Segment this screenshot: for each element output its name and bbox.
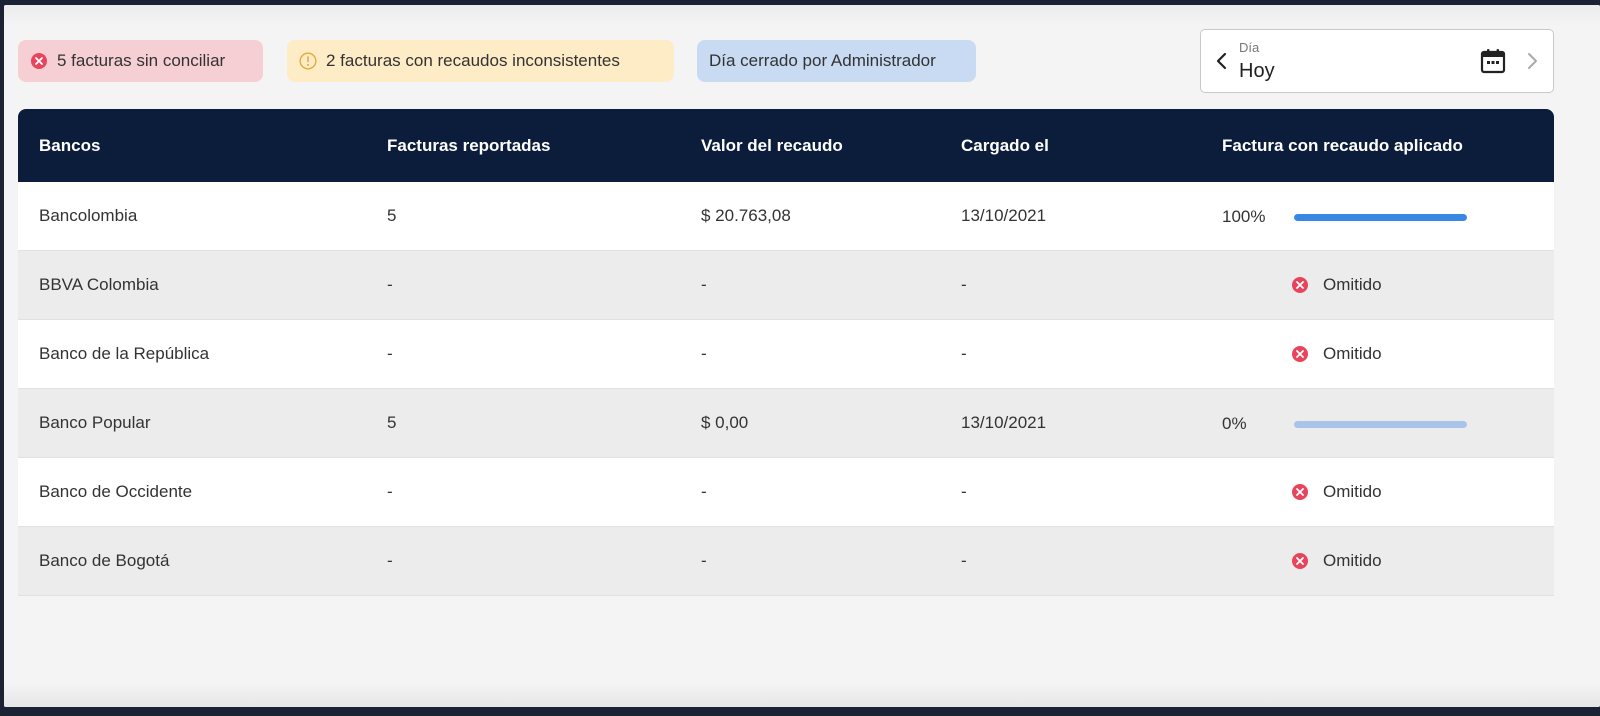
applied-percentage: 0% [1222, 414, 1247, 433]
status-text: Omitido [1323, 344, 1382, 363]
status-text: Omitido [1323, 275, 1382, 294]
reported-invoices: 5 [387, 206, 397, 225]
app-frame: 5 facturas sin conciliar 2 facturas con … [4, 5, 1600, 707]
loaded-date: - [961, 344, 967, 363]
status-text: Omitido [1323, 482, 1382, 501]
omitted-status: Omitido [1291, 251, 1382, 319]
omitted-status: Omitido [1291, 527, 1382, 595]
error-circle-icon [1292, 346, 1308, 362]
unreconciled-invoices-text: 5 facturas sin conciliar [57, 51, 226, 70]
inconsistent-collections-chip[interactable]: 2 facturas con recaudos inconsistentes [287, 40, 674, 82]
applied-progress-fill [1294, 214, 1467, 221]
chevron-left-icon[interactable] [1211, 50, 1233, 72]
table-row[interactable]: Banco de Occidente - - - Omitido [18, 458, 1554, 527]
inconsistent-collections-text: 2 facturas con recaudos inconsistentes [326, 51, 620, 70]
reported-invoices: - [387, 482, 393, 501]
bottom-shade [4, 683, 1600, 707]
applied-percentage: 100% [1222, 207, 1266, 226]
omitted-status: Omitido [1291, 458, 1382, 526]
loaded-date: - [961, 482, 967, 501]
day-picker-label: Día [1239, 40, 1260, 55]
reported-invoices: 5 [387, 413, 397, 432]
collection-value: $ 0,00 [701, 413, 749, 432]
info-circle-icon [299, 52, 317, 70]
loaded-date: - [961, 275, 967, 294]
table-header: Bancos Facturas reportadas Valor del rec… [18, 109, 1554, 182]
reported-invoices: - [387, 275, 393, 294]
bank-name: BBVA Colombia [39, 275, 159, 294]
header-applied-collection: Factura con recaudo aplicado [1222, 135, 1463, 155]
bank-name: Banco de Occidente [39, 482, 193, 501]
loaded-date: 13/10/2021 [961, 413, 1047, 432]
calendar-icon[interactable] [1479, 47, 1507, 75]
collection-value: - [701, 344, 707, 363]
table-row[interactable]: Bancolombia 5 $ 20.763,08 13/10/2021 100… [18, 182, 1554, 251]
collection-value: - [701, 275, 707, 294]
error-circle-icon [1292, 484, 1308, 500]
day-closed-text: Día cerrado por Administrador [709, 51, 936, 70]
table-row[interactable]: Banco de Bogotá - - - Omitido [18, 527, 1554, 596]
bank-name: Banco de la República [39, 344, 210, 363]
omitted-status: Omitido [1291, 320, 1382, 388]
table-row[interactable]: BBVA Colombia - - - Omitido [18, 251, 1554, 320]
header-banks: Bancos [39, 135, 101, 155]
header-reported-invoices: Facturas reportadas [387, 135, 551, 155]
loaded-date: - [961, 551, 967, 570]
reported-invoices: - [387, 344, 393, 363]
collection-value: $ 20.763,08 [701, 206, 791, 225]
bank-name: Bancolombia [39, 206, 138, 225]
header-collection-value: Valor del recaudo [701, 135, 843, 155]
bank-name: Banco Popular [39, 413, 151, 432]
loaded-date: 13/10/2021 [961, 206, 1047, 225]
top-shade [4, 5, 1600, 27]
day-closed-chip: Día cerrado por Administrador [697, 40, 976, 82]
day-picker[interactable]: Día Hoy [1200, 29, 1554, 93]
status-text: Omitido [1323, 551, 1382, 570]
collection-value: - [701, 551, 707, 570]
collection-value: - [701, 482, 707, 501]
chevron-right-icon[interactable] [1521, 50, 1543, 72]
bank-name: Banco de Bogotá [39, 551, 170, 570]
applied-progress-bar [1294, 421, 1467, 428]
reported-invoices: - [387, 551, 393, 570]
table-row[interactable]: Banco de la República - - - Omitido [18, 320, 1554, 389]
error-circle-icon [1292, 277, 1308, 293]
error-circle-icon [31, 53, 47, 69]
header-loaded-on: Cargado el [961, 135, 1049, 155]
applied-progress-bar [1294, 214, 1467, 221]
bank-collections-table: Bancos Facturas reportadas Valor del rec… [18, 109, 1554, 596]
day-picker-value[interactable]: Hoy [1239, 60, 1275, 83]
table-row[interactable]: Banco Popular 5 $ 0,00 13/10/2021 0% [18, 389, 1554, 458]
unreconciled-invoices-chip[interactable]: 5 facturas sin conciliar [18, 40, 263, 82]
error-circle-icon [1292, 553, 1308, 569]
